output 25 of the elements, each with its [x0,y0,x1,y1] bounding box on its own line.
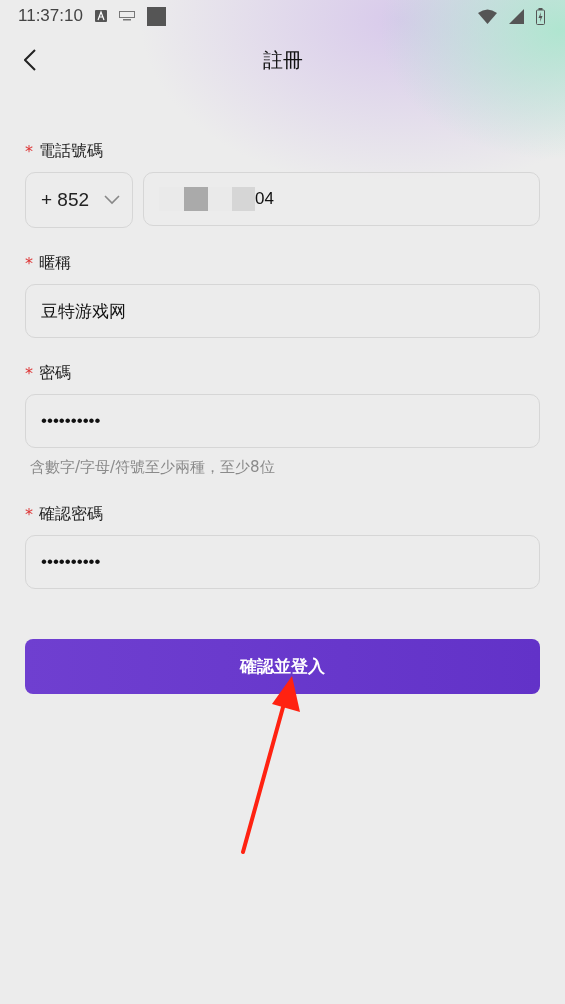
chevron-down-icon [104,195,120,205]
hint-text: 含數字/字母/符號至少兩種，至少8位 [30,458,276,477]
field-label: 電話號碼 [39,140,103,162]
wifi-icon [478,8,497,24]
page-title: 註冊 [262,46,303,74]
required-mark: * [25,504,33,524]
country-code-select[interactable]: + 852 [25,172,133,228]
password-field[interactable]: •••••••••• [25,394,540,448]
back-icon[interactable] [24,49,36,71]
required-mark: * [25,141,33,161]
input-field[interactable]: 豆特游戏网 [25,284,540,338]
phone-input-field[interactable]: 04 [143,172,540,226]
required-mark: * [25,363,33,383]
keyboard-a-icon [94,10,107,22]
battery-icon [536,7,545,25]
keyboard-icon [118,11,135,21]
password-field[interactable]: •••••••••• [25,535,540,589]
status-time: 11:37:10 [18,6,83,26]
signal-icon [509,8,524,24]
submit-button[interactable]: 確認並登入 [25,639,540,694]
field-label: 密碼 [39,362,71,384]
field-label: 確認密碼 [39,503,103,525]
required-mark: * [25,253,33,273]
field-label: 暱稱 [39,252,71,274]
square-icon [146,6,166,26]
